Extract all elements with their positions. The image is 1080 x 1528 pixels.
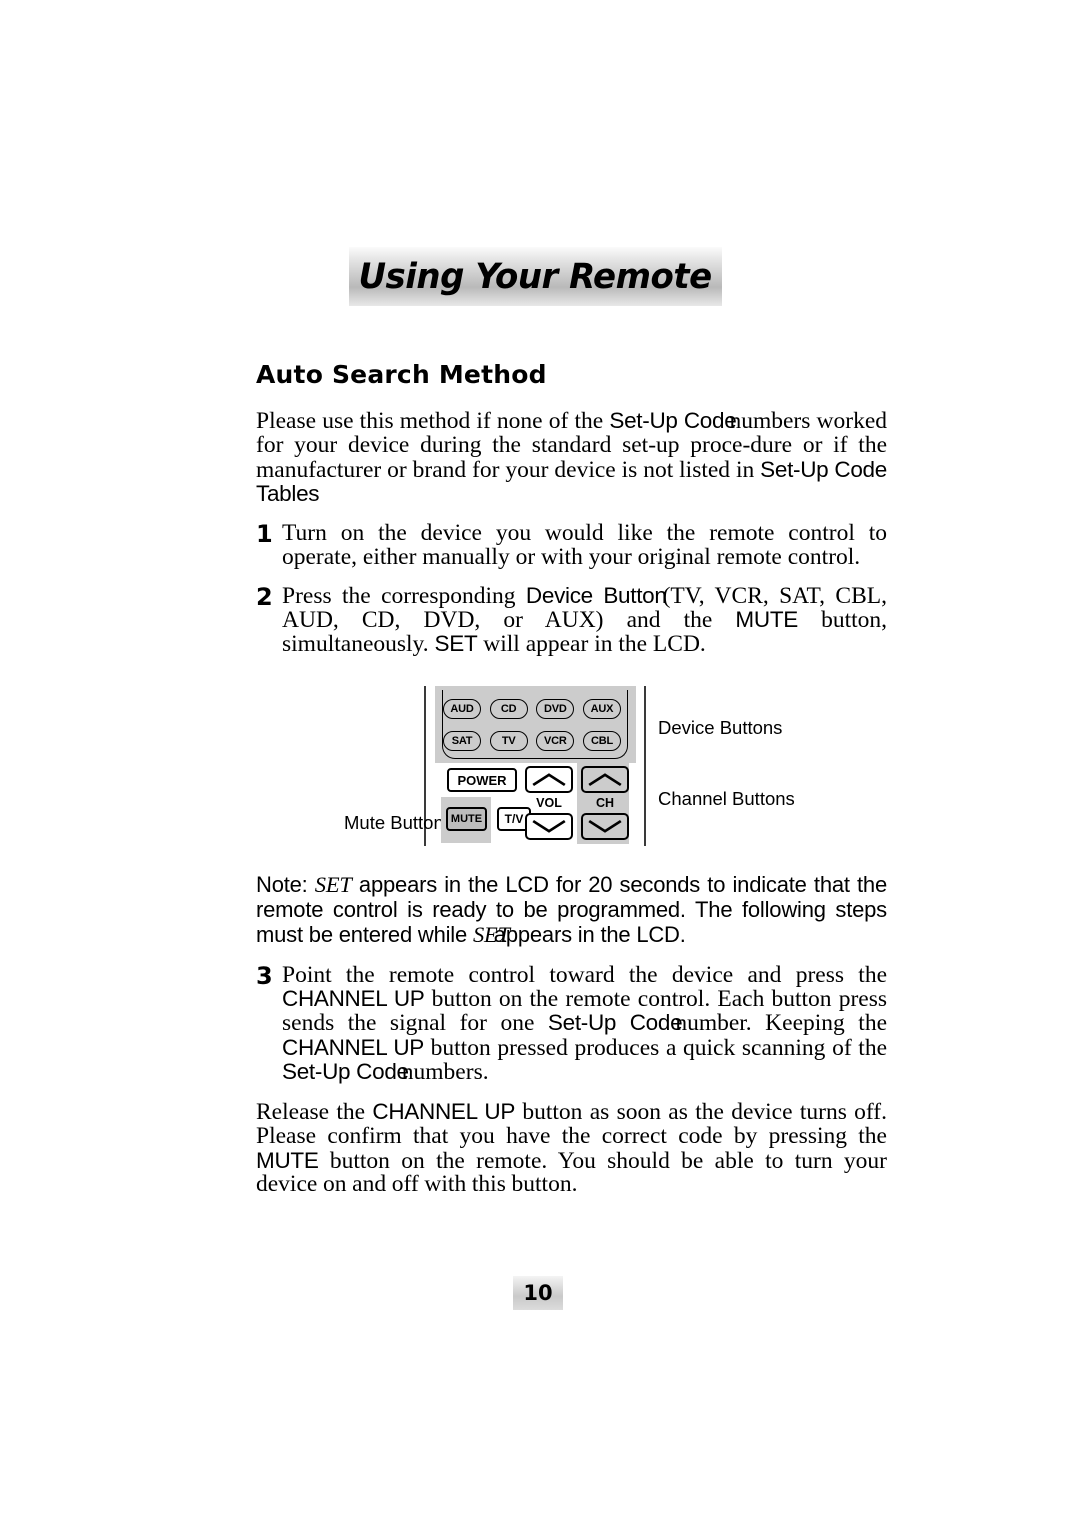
- chevron-down-icon: [588, 820, 622, 833]
- mute-button[interactable]: MUTE: [446, 807, 487, 831]
- note-label: Note:: [256, 872, 315, 897]
- closing-paragraph: Release the CHANNEL UP button as soon as…: [256, 1100, 887, 1197]
- term-set: SET: [434, 631, 478, 656]
- device-button-aux[interactable]: AUX: [582, 699, 621, 719]
- device-button-vcr[interactable]: VCR: [536, 731, 575, 751]
- term-set-up-code: Set-Up Code: [547, 1010, 683, 1036]
- step-3-number: 3: [256, 962, 273, 990]
- power-button[interactable]: POWER: [447, 768, 517, 792]
- term-mute: MUTE: [735, 606, 798, 632]
- main-content-lower: Note: SET appears in the LCD for 20 seco…: [256, 872, 887, 1211]
- document-page: Using Your Remote Auto Search Method Ple…: [0, 0, 1080, 1528]
- device-button-panel: AUD CD DVD AUX SAT TV VCR CBL: [435, 686, 636, 763]
- step-3-part4: button pressed produces a quick scanning…: [423, 1034, 888, 1061]
- step-3-part1: Point the remote control toward the devi…: [282, 962, 887, 988]
- callout-channel-buttons: Channel Buttons: [658, 788, 795, 809]
- intro-paragraph: Please use this method if none of the Se…: [256, 409, 887, 507]
- device-button-tv[interactable]: TV: [489, 731, 528, 751]
- page-header-banner: Using Your Remote: [349, 247, 722, 306]
- intro-text-part1: Please use this method if none of the: [256, 408, 610, 434]
- closing-part1: Release the: [256, 1099, 373, 1126]
- channel-label: CH: [595, 796, 615, 810]
- device-button-sat[interactable]: SAT: [443, 731, 481, 751]
- chevron-down-icon: [532, 820, 566, 833]
- page-title: Using Your Remote: [358, 256, 713, 297]
- term-channel-up: CHANNEL UP: [282, 986, 425, 1012]
- volume-down-button[interactable]: [525, 813, 573, 840]
- volume-label: VOL: [536, 796, 562, 810]
- lower-control-area: POWER MUTE T/V VOL CH: [435, 763, 636, 846]
- chevron-up-icon: [588, 773, 622, 786]
- step-2-number: 2: [256, 582, 273, 611]
- step-3: 3 Point the remote control toward the de…: [256, 962, 887, 1084]
- device-button-row-2: SAT TV VCR CBL: [443, 731, 621, 751]
- note-part2: appears in the LCD.: [487, 922, 686, 947]
- term-set: SET: [314, 872, 352, 897]
- step-2-part4: will appear in the LCD.: [477, 631, 706, 657]
- device-button-aud[interactable]: AUD: [443, 699, 481, 719]
- remote-body: AUD CD DVD AUX SAT TV VCR CBL POWER MUTE: [435, 686, 636, 846]
- closing-part3: button on the remote. You should be able…: [256, 1147, 887, 1198]
- term-set-up-code: Set-Up Code: [609, 408, 737, 433]
- term-device-button: Device Button: [525, 582, 667, 608]
- device-button-dvd[interactable]: DVD: [536, 699, 575, 719]
- step-2: 2 Press the corresponding Device Button(…: [256, 582, 887, 657]
- main-content: Auto Search Method Please use this metho…: [256, 360, 887, 670]
- channel-down-button[interactable]: [581, 813, 629, 840]
- page-number-badge: 10: [513, 1276, 563, 1310]
- note-paragraph: Note: SET appears in the LCD for 20 seco…: [256, 872, 887, 947]
- device-button-cbl[interactable]: CBL: [582, 731, 621, 751]
- device-button-row-1: AUD CD DVD AUX: [443, 699, 621, 719]
- step-2-text: Press the corresponding Device Button(TV…: [282, 582, 887, 657]
- chevron-up-icon: [532, 773, 566, 786]
- section-heading: Auto Search Method: [256, 360, 547, 389]
- callout-device-buttons: Device Buttons: [658, 717, 783, 738]
- step-3-part5: numbers.: [401, 1058, 489, 1085]
- term-channel-up: CHANNEL UP: [372, 1099, 516, 1125]
- term-set-up-code: Set-Up Code: [282, 1058, 409, 1084]
- step-1: 1 Turn on the device you would like the …: [256, 520, 887, 571]
- step-2-part1: Press the corresponding: [282, 582, 526, 609]
- device-button-cd[interactable]: CD: [489, 699, 528, 719]
- step-3-part3: number. Keeping the: [675, 1010, 887, 1037]
- term-mute: MUTE: [256, 1147, 319, 1173]
- term-channel-up: CHANNEL UP: [282, 1034, 424, 1060]
- channel-up-button[interactable]: [581, 766, 629, 793]
- step-1-text: Turn on the device you would like the re…: [282, 520, 887, 571]
- volume-up-button[interactable]: [525, 766, 573, 793]
- callout-divider-right: [644, 686, 646, 846]
- remote-diagram: Mute Button Device Buttons Channel Butto…: [256, 686, 887, 846]
- callout-mute-button: Mute Button: [344, 812, 444, 833]
- step-3-text: Point the remote control toward the devi…: [282, 963, 887, 1084]
- step-1-number: 1: [256, 520, 273, 549]
